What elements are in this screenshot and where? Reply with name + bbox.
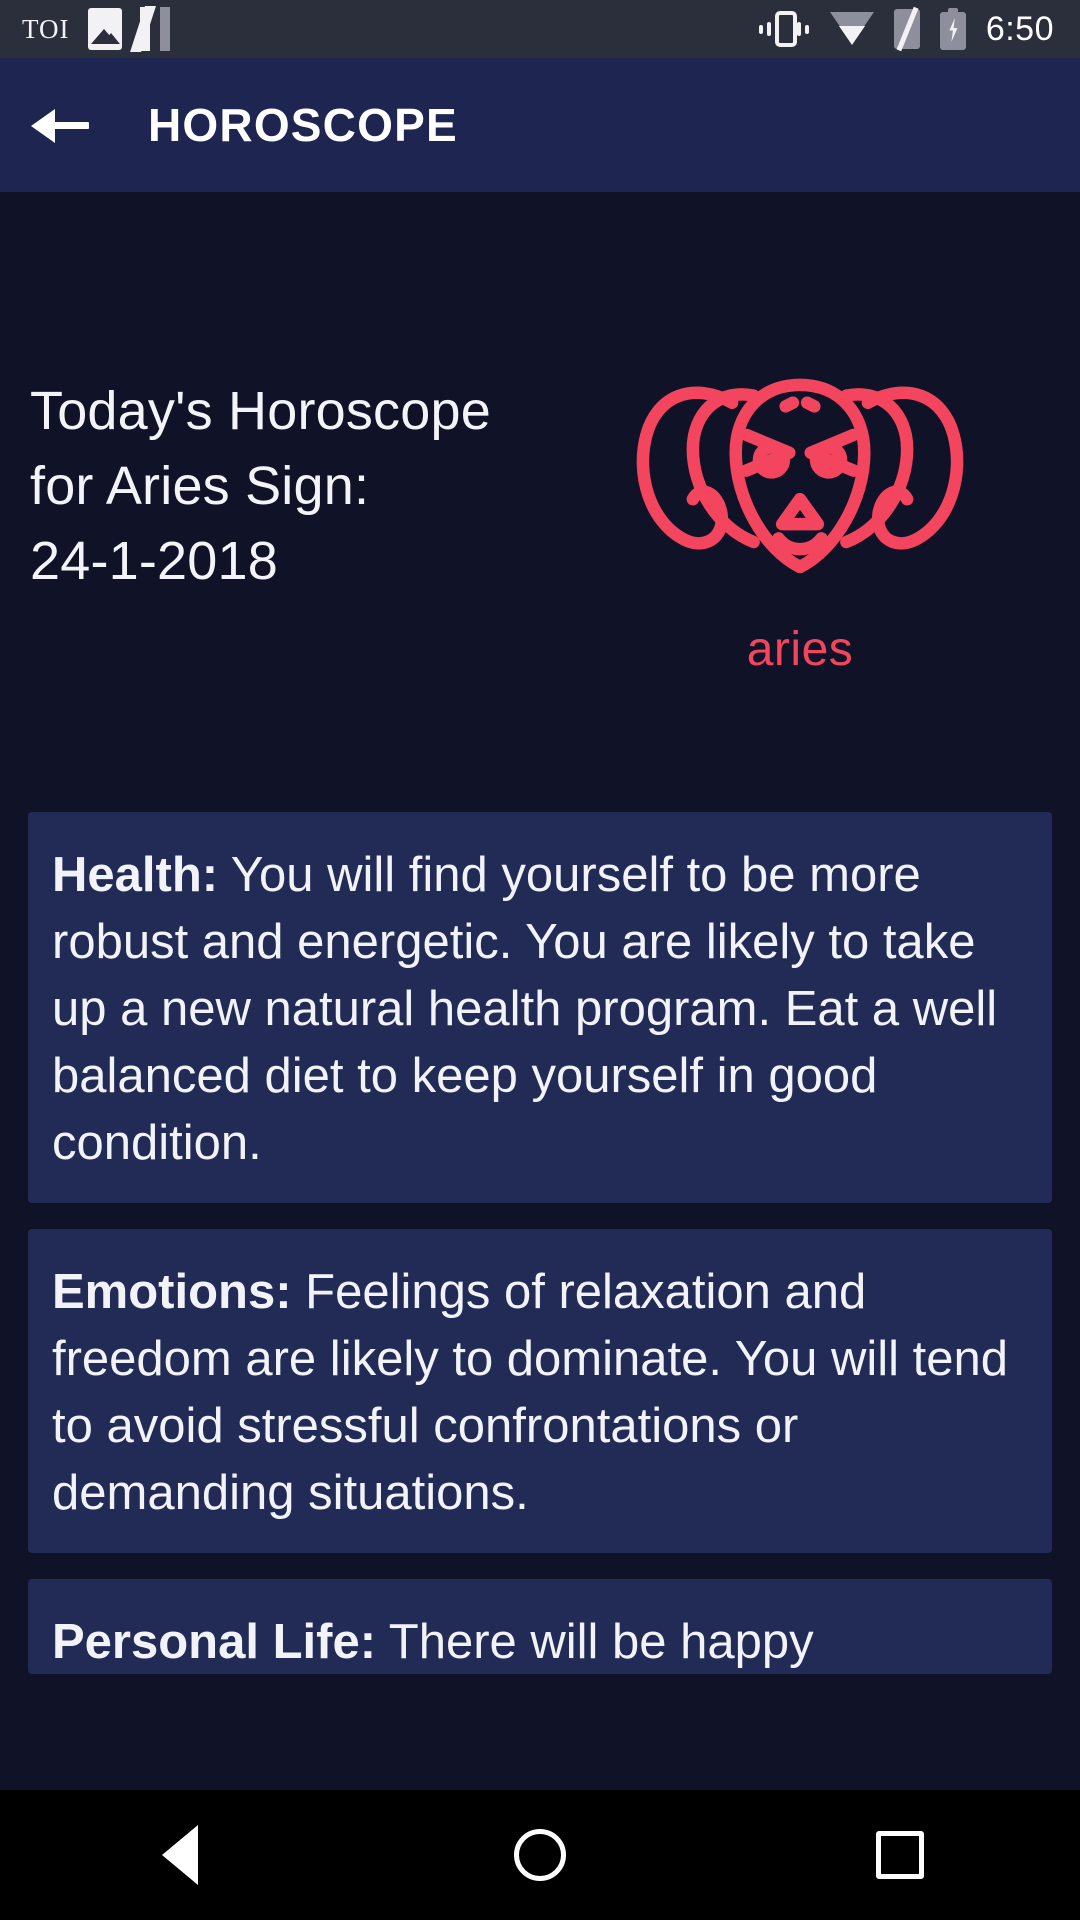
- card-label: Health:: [52, 848, 219, 902]
- back-button[interactable]: [0, 58, 120, 192]
- card-label: Personal Life:: [52, 1615, 377, 1669]
- vibrate-icon: [758, 9, 810, 49]
- card-body: There will be happy: [376, 1615, 814, 1669]
- sim-card-off-icon: [893, 6, 920, 52]
- content-scroll-area[interactable]: Today's Horoscope for Aries Sign: 24-1-2…: [0, 192, 1080, 1790]
- heading-line-2: for Aries Sign:: [30, 456, 370, 516]
- nav-home-button[interactable]: [450, 1790, 630, 1920]
- card-text: Personal Life: There will be happy: [52, 1609, 1028, 1674]
- photos-icon: [87, 8, 122, 50]
- app-bar: HOROSCOPE: [0, 58, 1080, 192]
- card-text: Health: You will find yourself to be mor…: [52, 842, 1028, 1177]
- page-title: HOROSCOPE: [148, 99, 458, 151]
- wifi-icon: [829, 12, 874, 46]
- system-navigation-bar: [0, 1790, 1080, 1920]
- heading-line-1: Today's Horoscope: [30, 381, 491, 441]
- aries-ram-icon: [636, 378, 964, 574]
- status-bar-system-icons: 6:50: [758, 6, 1080, 52]
- heading-line-3: 24-1-2018: [30, 531, 278, 591]
- status-bar-notifications: TOI: [0, 6, 170, 52]
- arrow-left-icon: [31, 105, 89, 145]
- horoscope-card-health[interactable]: Health: You will find yourself to be mor…: [28, 812, 1052, 1203]
- horoscope-card-emotions[interactable]: Emotions: Feelings of relaxation and fre…: [28, 1229, 1052, 1553]
- triangle-left-icon: [162, 1825, 198, 1885]
- nav-recents-button[interactable]: [810, 1790, 990, 1920]
- hero-section: Today's Horoscope for Aries Sign: 24-1-2…: [0, 192, 1080, 812]
- horoscope-heading: Today's Horoscope for Aries Sign: 24-1-2…: [30, 374, 590, 599]
- card-text: Emotions: Feelings of relaxation and fre…: [52, 1259, 1028, 1527]
- card-label: Emotions:: [52, 1265, 292, 1319]
- app-root: TOI 6:50 HOROSCOPE Today's Horoscope for…: [0, 0, 1080, 1920]
- zodiac-sign-block: aries: [600, 342, 1000, 677]
- nav-back-button[interactable]: [90, 1790, 270, 1920]
- status-bar: TOI 6:50: [0, 0, 1080, 58]
- circle-icon: [514, 1829, 566, 1881]
- netflix-icon: [129, 6, 170, 52]
- zodiac-sign-label: aries: [746, 623, 854, 676]
- clock-time: 6:50: [985, 9, 1054, 48]
- square-icon: [876, 1831, 924, 1879]
- toi-logo-icon: TOI: [22, 13, 70, 44]
- battery-charging-icon: [939, 8, 966, 50]
- horoscope-cards: Health: You will find yourself to be mor…: [0, 812, 1080, 1674]
- horoscope-card-personal-life[interactable]: Personal Life: There will be happy: [28, 1579, 1052, 1674]
